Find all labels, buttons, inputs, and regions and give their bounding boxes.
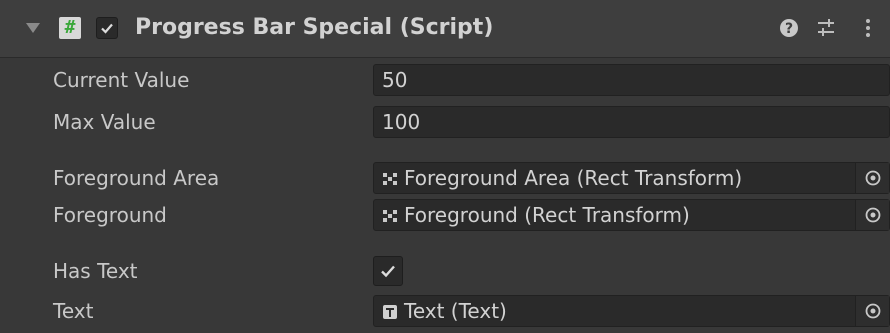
max-value-text: 100: [382, 110, 421, 134]
checkmark-icon: [101, 23, 113, 34]
svg-text:?: ?: [785, 21, 793, 37]
rect-transform-icon: [383, 210, 397, 222]
component-title: Progress Bar Special (Script): [135, 15, 494, 40]
foreground-area-label: Foreground Area: [53, 166, 220, 190]
text-component-icon: [383, 305, 397, 319]
foldout-arrow-icon[interactable]: [26, 23, 40, 33]
text-field[interactable]: Text (Text): [373, 295, 890, 327]
has-text-checkbox[interactable]: [373, 256, 403, 286]
max-value-field[interactable]: 100: [373, 106, 890, 138]
object-picker-icon: [865, 207, 881, 223]
foreground-label: Foreground: [53, 203, 167, 227]
script-hash-icon: #: [59, 17, 81, 39]
foreground-area-field[interactable]: Foreground Area (Rect Transform): [373, 162, 890, 194]
context-menu-icon[interactable]: [856, 16, 880, 40]
current-value-field[interactable]: 50: [373, 64, 890, 96]
foreground-field[interactable]: Foreground (Rect Transform): [373, 199, 890, 231]
text-picker-button[interactable]: [855, 296, 889, 326]
object-picker-icon: [865, 303, 881, 319]
component-enabled-checkbox[interactable]: [96, 17, 118, 39]
has-text-label: Has Text: [53, 259, 138, 283]
object-picker-icon: [865, 170, 881, 186]
foreground-area-picker-button[interactable]: [855, 163, 889, 193]
text-label: Text: [53, 299, 94, 323]
help-icon[interactable]: ?: [777, 16, 801, 40]
rect-transform-icon: [383, 173, 397, 185]
foreground-picker-button[interactable]: [855, 200, 889, 230]
current-value-text: 50: [382, 68, 408, 92]
checkmark-icon: [381, 265, 395, 278]
current-value-label: Current Value: [53, 68, 190, 92]
max-value-label: Max Value: [53, 110, 156, 134]
foreground-area-value: Foreground Area (Rect Transform): [404, 166, 743, 190]
text-value: Text (Text): [404, 299, 507, 323]
presets-icon[interactable]: [814, 16, 838, 40]
foreground-value: Foreground (Rect Transform): [404, 203, 690, 227]
component-header[interactable]: # Progress Bar Special (Script) ?: [0, 0, 890, 58]
inspector-panel: # Progress Bar Special (Script) ? Curren…: [0, 0, 890, 333]
